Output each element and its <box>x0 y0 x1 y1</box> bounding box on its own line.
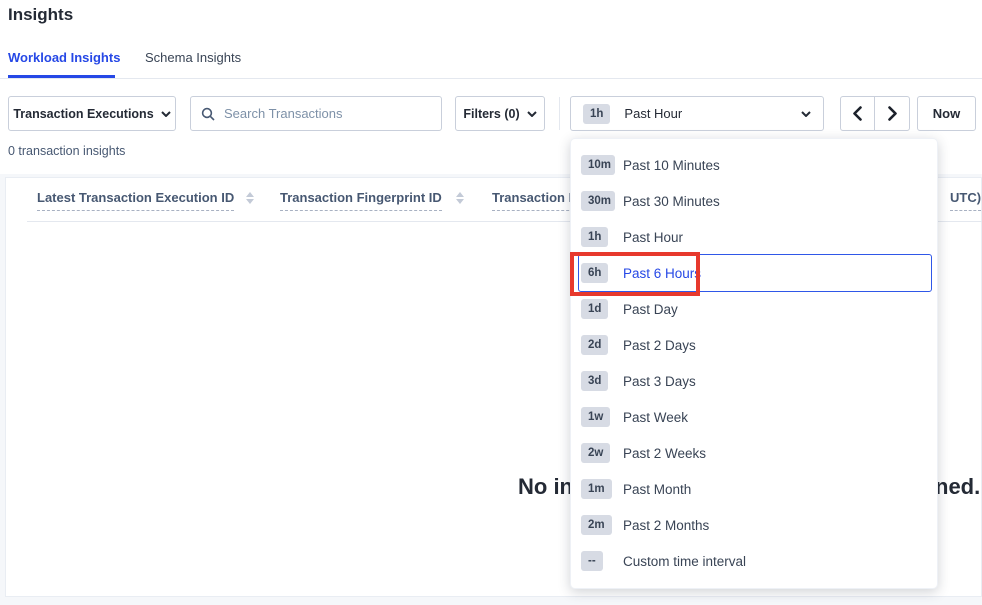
time-menu-item-1w[interactable]: 1w Past Week <box>579 399 931 435</box>
time-menu-item-2m[interactable]: 2m Past 2 Months <box>579 507 931 543</box>
insights-count: 0 transaction insights <box>8 144 125 158</box>
chevron-left-icon <box>852 106 863 121</box>
menu-item-label: Past 6 Hours <box>623 266 701 281</box>
menu-item-label: Past Month <box>623 482 691 497</box>
interval-badge: 6h <box>581 263 608 283</box>
sort-icon[interactable] <box>456 192 464 204</box>
menu-item-label: Past 2 Months <box>623 518 709 533</box>
menu-item-label: Custom time interval <box>623 554 746 569</box>
column-header-transaction-fingerprint-id[interactable]: Transaction Fingerprint ID <box>280 190 442 211</box>
sort-icon[interactable] <box>246 192 254 204</box>
column-header-latest-transaction-execution-id[interactable]: Latest Transaction Execution ID <box>37 190 234 211</box>
menu-item-label: Past 2 Weeks <box>623 446 706 461</box>
menu-item-label: Past Hour <box>623 230 683 245</box>
time-menu-item-1h[interactable]: 1h Past Hour <box>579 219 931 255</box>
time-menu-item-30m[interactable]: 30m Past 30 Minutes <box>579 183 931 219</box>
time-menu-item-10m[interactable]: 10m Past 10 Minutes <box>579 147 931 183</box>
chevron-down-icon <box>527 111 537 117</box>
filters-button[interactable]: Filters (0) <box>455 96 545 131</box>
interval-badge: 2m <box>581 515 612 535</box>
menu-item-label: Past 30 Minutes <box>623 194 720 209</box>
time-menu-item-2d[interactable]: 2d Past 2 Days <box>579 327 931 363</box>
chevron-down-icon <box>801 111 811 117</box>
interval-badge: 10m <box>581 155 615 175</box>
tab-workload-insights[interactable]: Workload Insights <box>8 50 120 65</box>
time-menu-item-1d[interactable]: 1d Past Day <box>579 291 931 327</box>
time-menu-item-[interactable]: -- Custom time interval <box>579 543 931 579</box>
transaction-type-label: Transaction Executions <box>13 107 153 121</box>
interval-badge: 1w <box>581 407 610 427</box>
now-button[interactable]: Now <box>917 96 976 131</box>
page-title: Insights <box>8 5 73 25</box>
interval-badge: 2d <box>581 335 608 355</box>
search-icon <box>201 107 215 121</box>
filters-label: Filters (0) <box>463 107 519 121</box>
time-interval-picker[interactable]: 1h Past Hour <box>570 96 824 131</box>
time-interval-label: Past Hour <box>624 106 801 121</box>
time-menu-item-3d[interactable]: 3d Past 3 Days <box>579 363 931 399</box>
time-interval-badge: 1h <box>583 104 610 124</box>
interval-badge: 1h <box>581 227 608 247</box>
menu-item-label: Past 3 Days <box>623 374 696 389</box>
menu-item-label: Past Day <box>623 302 678 317</box>
insights-page: Insights Workload Insights Schema Insigh… <box>0 0 982 605</box>
column-header-utc-fragment[interactable]: UTC) <box>950 190 981 211</box>
interval-badge: 1d <box>581 299 608 319</box>
chevron-down-icon <box>161 111 171 117</box>
interval-badge: 2w <box>581 443 610 463</box>
empty-state-text-left: No in <box>518 474 573 500</box>
tab-schema-insights[interactable]: Schema Insights <box>145 50 241 65</box>
search-input[interactable] <box>224 106 431 121</box>
interval-badge: 3d <box>581 371 608 391</box>
time-interval-menu: 10m Past 10 Minutes 30m Past 30 Minutes … <box>570 138 938 589</box>
interval-badge: 30m <box>581 191 615 211</box>
search-transactions-field[interactable] <box>190 96 442 131</box>
transaction-type-select[interactable]: Transaction Executions <box>8 96 176 131</box>
time-menu-item-6h[interactable]: 6h Past 6 Hours <box>579 255 931 291</box>
menu-item-label: Past Week <box>623 410 688 425</box>
previous-interval-button[interactable] <box>841 97 875 130</box>
interval-badge: 1m <box>581 479 612 499</box>
time-menu-item-1m[interactable]: 1m Past Month <box>579 471 931 507</box>
menu-item-label: Past 10 Minutes <box>623 158 720 173</box>
active-tab-underline <box>8 75 115 78</box>
time-menu-item-2w[interactable]: 2w Past 2 Weeks <box>579 435 931 471</box>
chevron-right-icon <box>887 106 898 121</box>
empty-state-text-right: ned. <box>935 474 980 500</box>
menu-item-label: Past 2 Days <box>623 338 696 353</box>
toolbar-divider <box>559 97 560 130</box>
tab-border <box>0 78 982 79</box>
interval-badge: -- <box>581 551 603 571</box>
time-nav-arrows <box>840 96 910 131</box>
now-label: Now <box>933 106 960 121</box>
next-interval-button[interactable] <box>875 97 909 130</box>
